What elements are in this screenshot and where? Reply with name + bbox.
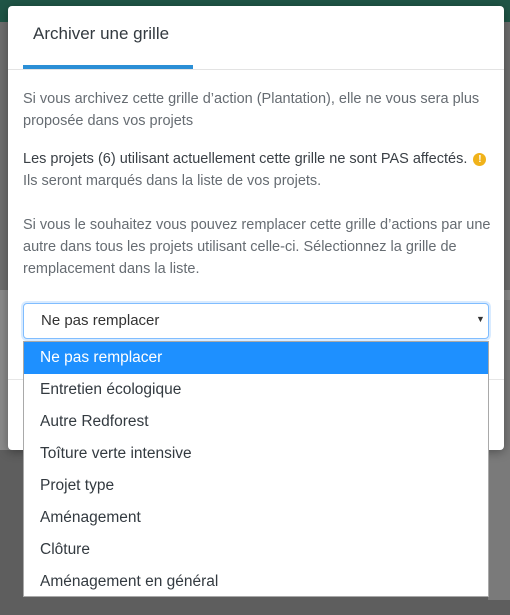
- replacement-options-list: Ne pas remplacer Entretien écologique Au…: [23, 341, 489, 597]
- option-ne-pas-remplacer[interactable]: Ne pas remplacer: [24, 342, 488, 374]
- affected-projects-rest: Ils seront marqués dans la liste de vos …: [23, 173, 322, 189]
- archive-explanation: Si vous archivez cette grille d’action (…: [23, 91, 480, 129]
- option-autre-redforest[interactable]: Autre Redforest: [24, 406, 488, 438]
- affected-projects-strong: Les projets (6) utilisant actuellement c…: [23, 151, 468, 167]
- option-projet-type[interactable]: Projet type: [24, 470, 488, 502]
- select-current-value: Ne pas remplacer: [41, 312, 160, 329]
- replacement-instructions: Si vous le souhaitez vous pouvez remplac…: [23, 217, 491, 277]
- dialog-header: Archiver une grille: [8, 6, 504, 70]
- option-amenagement-en-general[interactable]: Aménagement en général: [24, 566, 488, 598]
- option-toiture-verte-intensive[interactable]: Toîture verte intensive: [24, 438, 488, 470]
- option-amenagement[interactable]: Aménagement: [24, 502, 488, 534]
- title-tab-underline: [23, 65, 193, 69]
- replacement-grid-select[interactable]: Ne pas remplacer ▼: [23, 303, 489, 339]
- option-entretien-ecologique[interactable]: Entretien écologique: [24, 374, 488, 406]
- affected-projects-notice: Les projets (6) utilisant actuellement c…: [23, 148, 493, 192]
- dialog-title: Archiver une grille: [33, 24, 170, 43]
- option-cloture[interactable]: Clôture: [24, 534, 488, 566]
- info-circle-icon: !: [473, 153, 487, 166]
- caret-down-icon: ▼: [476, 314, 485, 324]
